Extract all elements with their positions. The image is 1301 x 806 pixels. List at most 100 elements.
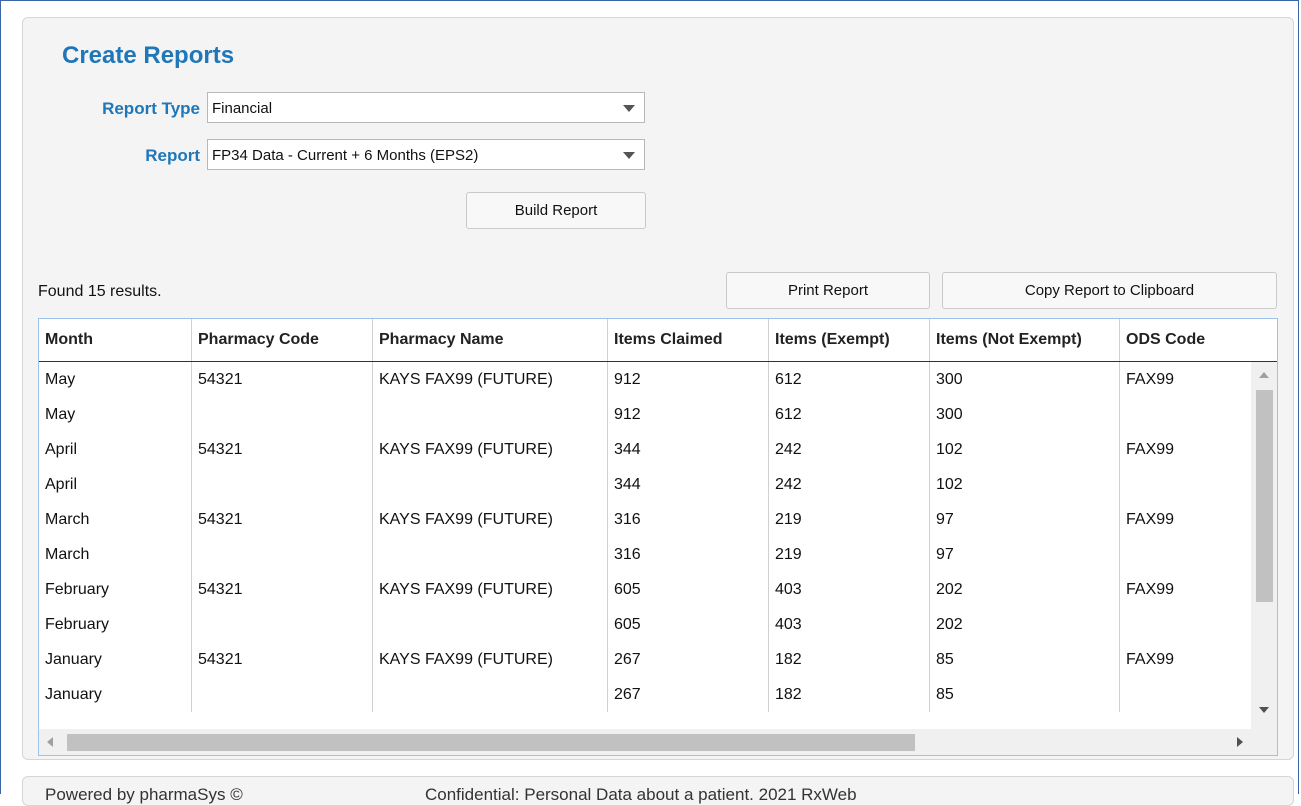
cell-pharmacy-name: KAYS FAX99 (FUTURE)	[373, 642, 608, 677]
cell-items-claimed: 316	[608, 502, 769, 537]
report-value: FP34 Data - Current + 6 Months (EPS2)	[212, 147, 479, 164]
cell-items-not-exempt: 300	[930, 397, 1120, 432]
scroll-left-icon[interactable]	[47, 737, 53, 747]
cell-items-not-exempt: 97	[930, 502, 1120, 537]
cell-pharmacy-name	[373, 467, 608, 502]
cell-month: May	[39, 397, 192, 432]
cell-items-claimed: 605	[608, 607, 769, 642]
cell-month: April	[39, 432, 192, 467]
cell-items-not-exempt: 102	[930, 432, 1120, 467]
page-title: Create Reports	[62, 42, 235, 69]
table-body: May 54321 KAYS FAX99 (FUTURE) 912 612 300 FAX9…	[39, 362, 1249, 729]
column-header-month[interactable]: Month	[39, 319, 192, 361]
cell-month: January	[39, 642, 192, 677]
table-row[interactable]: February 605 403 202	[39, 607, 1249, 642]
cell-ods-code	[1120, 537, 1249, 572]
table-row[interactable]: January 54321 KAYS FAX99 (FUTURE) 267 182 85 F…	[39, 642, 1249, 677]
cell-pharmacy-code: 54321	[192, 642, 373, 677]
cell-pharmacy-code	[192, 677, 373, 712]
horizontal-scroll-thumb[interactable]	[67, 734, 915, 751]
cell-ods-code	[1120, 397, 1249, 432]
cell-items-claimed: 912	[608, 397, 769, 432]
cell-ods-code: FAX99	[1126, 511, 1175, 528]
table-row[interactable]: May 912 612 300	[39, 397, 1249, 432]
cell-items-not-exempt: 202	[930, 607, 1120, 642]
cell-month: January	[39, 677, 192, 712]
cell-pharmacy-code	[192, 467, 373, 502]
cell-items-exempt: 403	[769, 572, 930, 607]
cell-items-not-exempt: 300	[930, 362, 1120, 397]
table-row[interactable]: February 54321 KAYS FAX99 (FUTURE) 605 403 20…	[39, 572, 1249, 607]
cell-items-exempt: 182	[769, 642, 930, 677]
cell-pharmacy-name: KAYS FAX99 (FUTURE)	[373, 432, 608, 467]
cell-items-claimed: 267	[608, 642, 769, 677]
report-type-label: Report Type	[102, 99, 200, 118]
horizontal-scrollbar[interactable]	[39, 729, 1251, 755]
cell-items-not-exempt: 85	[930, 677, 1120, 712]
column-header-pharmacy-code[interactable]: Pharmacy Code	[192, 319, 373, 361]
cell-items-claimed: 344	[608, 432, 769, 467]
table-row[interactable]: April 54321 KAYS FAX99 (FUTURE) 344 242 102 FA…	[39, 432, 1249, 467]
table-row[interactable]: March 316 219 97	[39, 537, 1249, 572]
cell-pharmacy-name: KAYS FAX99 (FUTURE)	[373, 502, 608, 537]
table-row[interactable]: April 344 242 102	[39, 467, 1249, 502]
report-select[interactable]: FP34 Data - Current + 6 Months (EPS2)	[207, 139, 645, 170]
cell-items-claimed: 316	[608, 537, 769, 572]
column-header-items-exempt[interactable]: Items (Exempt)	[769, 319, 930, 361]
results-grid: Month Pharmacy Code Pharmacy Name Items …	[38, 318, 1278, 756]
scroll-up-icon[interactable]	[1259, 372, 1269, 378]
cell-ods-code	[1120, 467, 1249, 502]
cell-ods-code: FAX99	[1126, 441, 1175, 458]
cell-items-exempt: 403	[769, 607, 930, 642]
cell-items-claimed: 267	[608, 677, 769, 712]
print-report-button[interactable]: Print Report	[726, 272, 930, 309]
cell-items-not-exempt: 202	[930, 572, 1120, 607]
table-row[interactable]: March 54321 KAYS FAX99 (FUTURE) 316 219 97 FAX…	[39, 502, 1249, 537]
cell-items-not-exempt: 102	[930, 467, 1120, 502]
cell-pharmacy-code: 54321	[192, 362, 373, 397]
cell-items-exempt: 219	[769, 537, 930, 572]
scroll-down-icon[interactable]	[1259, 707, 1269, 713]
vertical-scrollbar[interactable]	[1251, 362, 1277, 729]
table-row[interactable]: May 54321 KAYS FAX99 (FUTURE) 912 612 300 FAX9…	[39, 362, 1249, 397]
cell-pharmacy-code: 54321	[192, 502, 373, 537]
build-report-button[interactable]: Build Report	[466, 192, 646, 229]
cell-pharmacy-code	[192, 607, 373, 642]
cell-month: February	[39, 607, 192, 642]
column-header-ods-code[interactable]: ODS Code	[1120, 319, 1277, 361]
cell-month: March	[39, 502, 192, 537]
table-row[interactable]: January 267 182 85	[39, 677, 1249, 712]
cell-ods-code: FAX99	[1126, 651, 1175, 668]
chevron-down-icon	[623, 105, 635, 112]
cell-items-claimed: 344	[608, 467, 769, 502]
cell-pharmacy-code: 54321	[192, 572, 373, 607]
cell-items-exempt: 612	[769, 397, 930, 432]
cell-pharmacy-name	[373, 677, 608, 712]
cell-items-exempt: 219	[769, 502, 930, 537]
cell-month: April	[39, 467, 192, 502]
chevron-down-icon	[623, 152, 635, 159]
cell-items-exempt: 612	[769, 362, 930, 397]
cell-pharmacy-name	[373, 607, 608, 642]
cell-pharmacy-name: KAYS FAX99 (FUTURE)	[373, 362, 608, 397]
column-header-pharmacy-name[interactable]: Pharmacy Name	[373, 319, 608, 361]
cell-pharmacy-name	[373, 537, 608, 572]
cell-pharmacy-code	[192, 397, 373, 432]
vertical-scroll-thumb[interactable]	[1256, 390, 1273, 602]
cell-pharmacy-name	[373, 397, 608, 432]
cell-pharmacy-name: KAYS FAX99 (FUTURE)	[373, 572, 608, 607]
cell-ods-code	[1120, 677, 1249, 712]
column-header-items-claimed[interactable]: Items Claimed	[608, 319, 769, 361]
scroll-right-icon[interactable]	[1237, 737, 1243, 747]
cell-ods-code: FAX99	[1126, 371, 1175, 388]
cell-items-claimed: 605	[608, 572, 769, 607]
copy-report-button[interactable]: Copy Report to Clipboard	[942, 272, 1277, 309]
report-type-select[interactable]: Financial	[207, 92, 645, 123]
cell-items-exempt: 242	[769, 432, 930, 467]
column-header-items-not-exempt[interactable]: Items (Not Exempt)	[930, 319, 1120, 361]
cell-pharmacy-code: 54321	[192, 432, 373, 467]
footer-confidential-notice: Confidential: Personal Data about a pati…	[425, 785, 857, 804]
cell-pharmacy-code	[192, 537, 373, 572]
scrollbar-corner	[1251, 729, 1277, 755]
cell-ods-code	[1120, 607, 1249, 642]
